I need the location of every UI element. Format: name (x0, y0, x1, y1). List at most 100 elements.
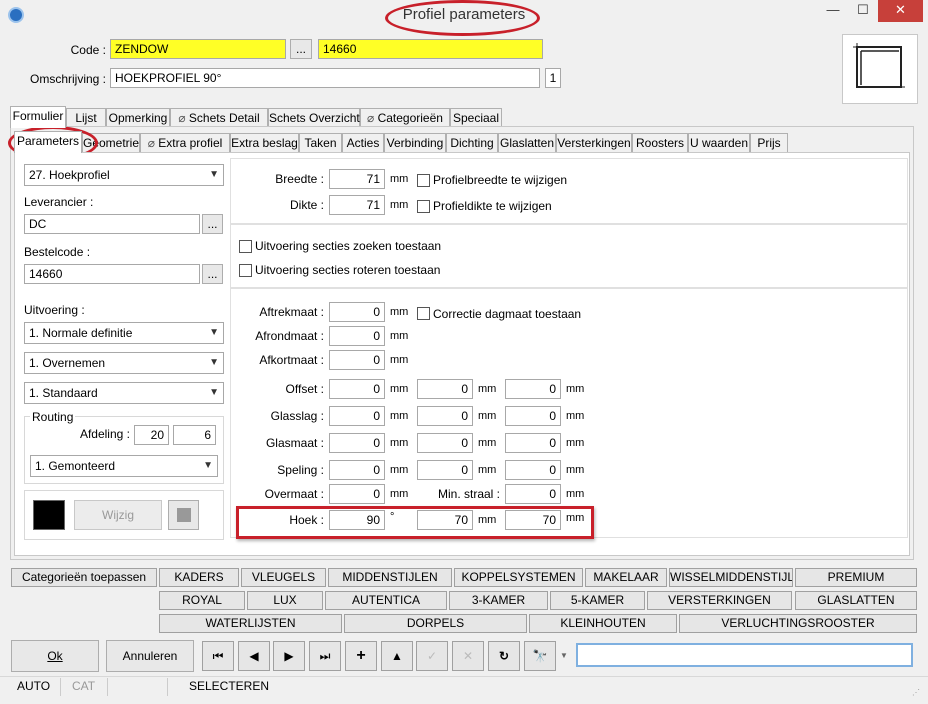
profieldikte-checkbox[interactable] (417, 200, 430, 213)
code-number-input[interactable]: 14660 (318, 39, 543, 59)
category-kaders-button[interactable]: KADERS (159, 568, 239, 587)
speling-input-2[interactable]: 0 (417, 460, 473, 480)
annuleren-button[interactable]: Annuleren (106, 640, 194, 672)
glasmaat-input-2[interactable]: 0 (417, 433, 473, 453)
subtab-taken[interactable]: Taken (299, 133, 342, 153)
category-royal-button[interactable]: ROYAL (159, 591, 245, 610)
first-record-button[interactable]: ⏮ (202, 641, 234, 671)
uitvoering-select-2[interactable]: 1. Overnemen ▼ (24, 352, 224, 374)
last-record-button[interactable]: ⏭ (309, 641, 341, 671)
subtab-roosters[interactable]: Roosters (632, 133, 688, 153)
category-dorpels-button[interactable]: DORPELS (344, 614, 527, 633)
category-middenstijlen-button[interactable]: MIDDENSTIJLEN (328, 568, 452, 587)
category-wisselmiddenstijl-button[interactable]: WISSELMIDDENSTIJL (669, 568, 793, 587)
category-versterkingen-button[interactable]: VERSTERKINGEN (647, 591, 792, 610)
glasslag-input-3[interactable]: 0 (505, 406, 561, 426)
omschrijving-input[interactable]: HOEKPROFIEL 90° (110, 68, 540, 88)
subtab-extra-beslag[interactable]: Extra beslag (230, 133, 299, 153)
routing-select[interactable]: 1. Gemonteerd ▼ (30, 455, 218, 477)
uitvoering-select-1[interactable]: 1. Normale definitie ▼ (24, 322, 224, 344)
bestelcode-browse-button[interactable]: ... (202, 264, 223, 284)
tab-categorieen[interactable]: ⌀ Categorieën (360, 108, 450, 128)
resize-grip-icon[interactable]: ⋰ (912, 688, 922, 698)
subtab-prijs[interactable]: Prijs (750, 133, 788, 153)
add-record-button[interactable]: + (345, 641, 377, 671)
tab-opmerking[interactable]: Opmerking (106, 108, 170, 128)
next-record-button[interactable]: ▶ (273, 641, 305, 671)
category-3-kamer-button[interactable]: 3-KAMER (449, 591, 548, 610)
uitvoering-select-3[interactable]: 1. Standaard ▼ (24, 382, 224, 404)
speling-input-3[interactable]: 0 (505, 460, 561, 480)
category-kleinhouten-button[interactable]: KLEINHOUTEN (529, 614, 677, 633)
glasmaat-input-1[interactable]: 0 (329, 433, 385, 453)
categorieen-toepassen-button[interactable]: Categorieën toepassen (11, 568, 157, 587)
subtab-parameters[interactable]: Parameters (14, 131, 82, 153)
glasslag-input-1[interactable]: 0 (329, 406, 385, 426)
glasmaat-input-3[interactable]: 0 (505, 433, 561, 453)
up-button[interactable]: ▲ (381, 641, 413, 671)
min-straal-input[interactable]: 0 (505, 484, 561, 504)
afkortmaat-input[interactable]: 0 (329, 350, 385, 370)
subtab-versterkingen[interactable]: Versterkingen (556, 133, 632, 153)
tab-schets-detail[interactable]: ⌀ Schets Detail (170, 108, 268, 128)
refresh-button[interactable]: ↻ (488, 641, 520, 671)
leverancier-browse-button[interactable]: ... (202, 214, 223, 234)
category-koppelsystemen-button[interactable]: KOPPELSYSTEMEN (454, 568, 583, 587)
category-glaslatten-button[interactable]: GLASLATTEN (795, 591, 917, 610)
profile-type-select[interactable]: 27. Hoekprofiel ▼ (24, 164, 224, 186)
aftrekmaat-input[interactable]: 0 (329, 302, 385, 322)
wijzig-button[interactable]: Wijzig (74, 500, 162, 530)
category-waterlijsten-button[interactable]: WATERLIJSTEN (159, 614, 342, 633)
category-vleugels-button[interactable]: VLEUGELS (241, 568, 326, 587)
profielbreedte-checkbox[interactable] (417, 174, 430, 187)
close-button[interactable]: ✕ (878, 0, 923, 22)
search-button[interactable]: 🔭 (524, 641, 556, 671)
bestelcode-input[interactable]: 14660 (24, 264, 200, 284)
afdeling-input-1[interactable]: 20 (134, 425, 169, 445)
search-input[interactable] (576, 643, 913, 667)
search-dropdown-button[interactable]: ▼ (557, 641, 571, 671)
subtab-glaslatten[interactable]: Glaslatten (498, 133, 556, 153)
previous-record-button[interactable]: ◀ (238, 641, 270, 671)
color-picker-button[interactable] (168, 500, 199, 530)
highlight-title (385, 0, 540, 36)
subtab-dichting[interactable]: Dichting (446, 133, 498, 153)
breedte-input[interactable]: 71 (329, 169, 385, 189)
subtab-acties[interactable]: Acties (342, 133, 384, 153)
tab-formulier[interactable]: Formulier (10, 106, 66, 128)
cancel-edit-button[interactable]: ✕ (452, 641, 484, 671)
overmaat-input[interactable]: 0 (329, 484, 385, 504)
zoeken-checkbox[interactable] (239, 240, 252, 253)
correctie-checkbox[interactable] (417, 307, 430, 320)
dikte-input[interactable]: 71 (329, 195, 385, 215)
subtab-extra-profiel[interactable]: ⌀ Extra profiel (140, 133, 230, 153)
category-premium-button[interactable]: PREMIUM (795, 568, 917, 587)
minimize-button[interactable]: — (818, 0, 848, 22)
confirm-button[interactable]: ✓ (416, 641, 448, 671)
tab-lijst[interactable]: Lijst (66, 108, 106, 128)
category-makelaar-button[interactable]: MAKELAAR (585, 568, 667, 587)
tab-schets-overzicht[interactable]: Schets Overzicht (268, 108, 360, 128)
afdeling-input-2[interactable]: 6 (173, 425, 216, 445)
routing-label: Routing (30, 410, 76, 424)
ok-button[interactable]: Ok (11, 640, 99, 672)
tab-speciaal[interactable]: Speciaal (450, 108, 502, 128)
glasslag-input-2[interactable]: 0 (417, 406, 473, 426)
code-input[interactable]: ZENDOW (110, 39, 286, 59)
maximize-button[interactable]: ☐ (848, 0, 878, 22)
offset-input-3[interactable]: 0 (505, 379, 561, 399)
roteren-checkbox[interactable] (239, 264, 252, 277)
color-swatch[interactable] (33, 500, 65, 530)
speling-input-1[interactable]: 0 (329, 460, 385, 480)
category-verluchtingsrooster-button[interactable]: VERLUCHTINGSROOSTER (679, 614, 917, 633)
category-autentica-button[interactable]: AUTENTICA (325, 591, 447, 610)
afrondmaat-input[interactable]: 0 (329, 326, 385, 346)
category-5-kamer-button[interactable]: 5-KAMER (550, 591, 645, 610)
offset-input-1[interactable]: 0 (329, 379, 385, 399)
subtab-u-waarden[interactable]: U waarden (688, 133, 750, 153)
category-lux-button[interactable]: LUX (247, 591, 323, 610)
code-browse-button[interactable]: ... (290, 39, 312, 59)
offset-input-2[interactable]: 0 (417, 379, 473, 399)
leverancier-input[interactable]: DC (24, 214, 200, 234)
subtab-verbinding[interactable]: Verbinding (384, 133, 446, 153)
